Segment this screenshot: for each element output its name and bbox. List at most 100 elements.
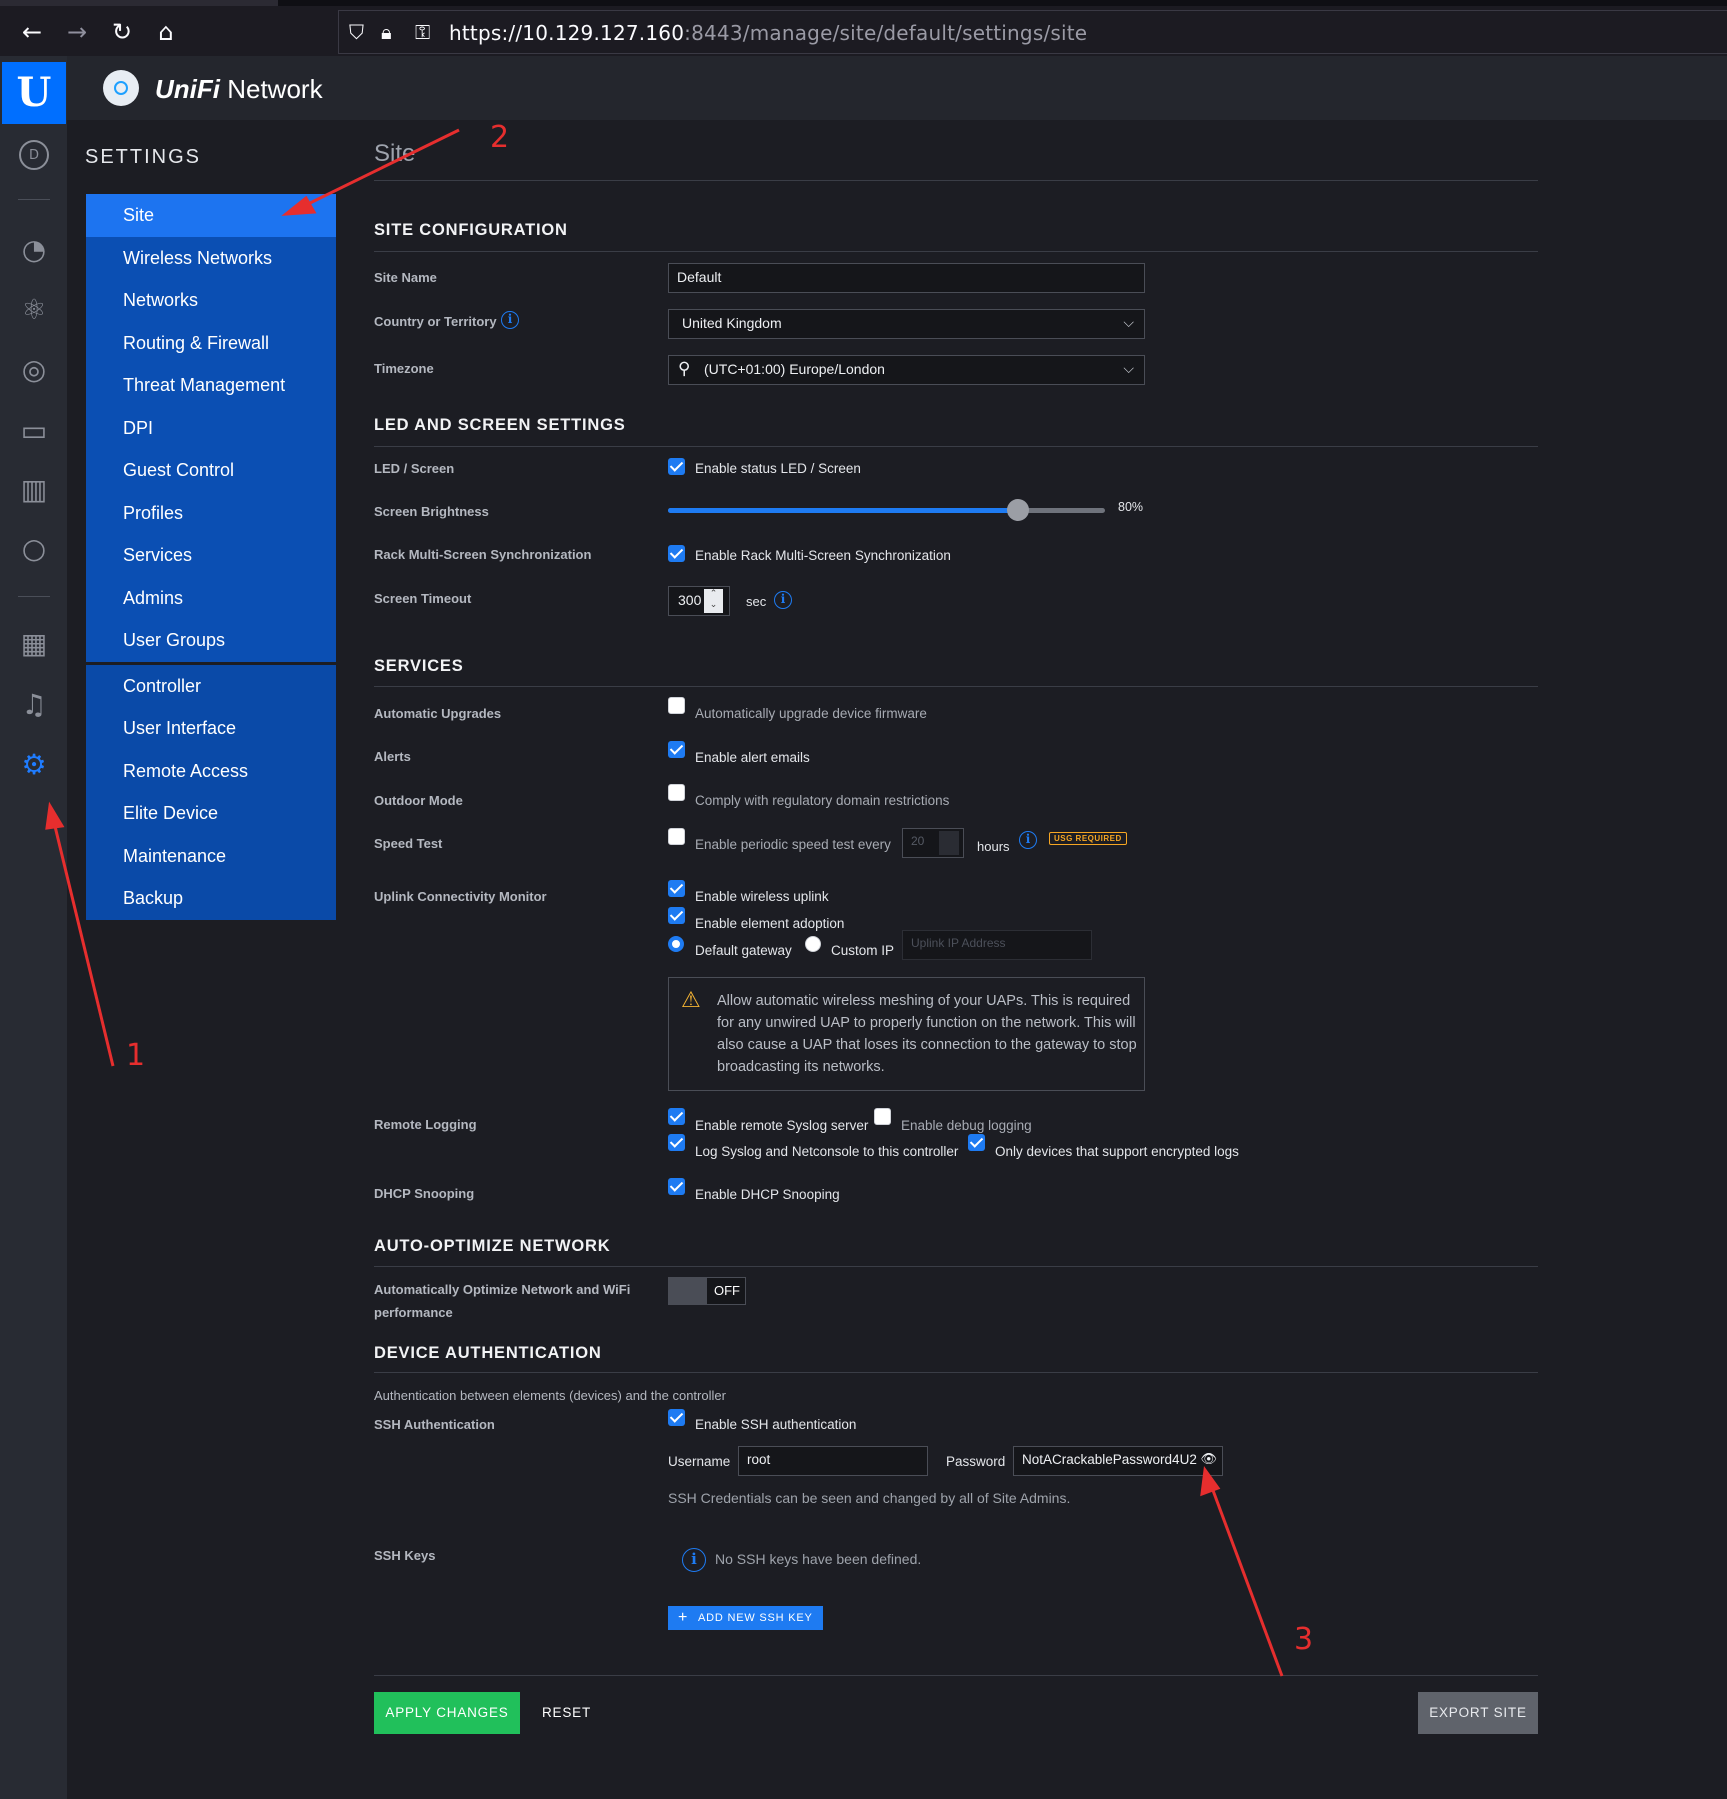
- settings-nav-item-services[interactable]: Services: [86, 534, 336, 577]
- app-title[interactable]: UniFi Network: [155, 74, 323, 105]
- settings-nav-item-elite-device[interactable]: Elite Device: [86, 792, 336, 835]
- statistics-bars-icon[interactable]: ▥: [17, 472, 51, 506]
- statistics-icon[interactable]: ◔: [17, 232, 51, 266]
- info-icon[interactable]: i: [1019, 831, 1037, 849]
- ssh-password-input[interactable]: NotACrackablePassword4U2 👁︎: [1013, 1446, 1223, 1476]
- add-ssh-key-button[interactable]: + ADD NEW SSH KEY: [668, 1606, 823, 1630]
- outdoor-mode-checkbox[interactable]: [668, 784, 685, 801]
- screen-timeout-input[interactable]: 300 ⌃ ⌄: [668, 586, 730, 616]
- device-auth-subtitle: Authentication between elements (devices…: [374, 1388, 726, 1403]
- toggle-state: OFF: [714, 1283, 740, 1298]
- encrypted-logs-checkbox[interactable]: [968, 1134, 985, 1151]
- default-gateway-radio[interactable]: [668, 936, 684, 952]
- settings-nav-item-admins[interactable]: Admins: [86, 576, 336, 619]
- settings-nav-item-dpi[interactable]: DPI: [86, 406, 336, 449]
- reset-button[interactable]: RESET: [542, 1705, 591, 1720]
- settings-nav-item-wireless-networks[interactable]: Wireless Networks: [86, 236, 336, 279]
- settings-nav-item-backup[interactable]: Backup: [86, 877, 336, 920]
- stepper-icon[interactable]: ⌃ ⌄: [704, 589, 723, 613]
- led-label: LED / Screen: [374, 461, 455, 476]
- auto-optimize-toggle[interactable]: OFF: [668, 1277, 746, 1305]
- led-checkbox[interactable]: [668, 458, 685, 475]
- insights-icon[interactable]: ○: [17, 531, 51, 565]
- lock-warning-icon[interactable]: 🔒︎: [381, 20, 392, 44]
- topology-icon[interactable]: ⚛: [17, 292, 51, 326]
- dhcp-snooping-checkbox[interactable]: [668, 1178, 685, 1195]
- auto-upgrades-checkbox[interactable]: [668, 697, 685, 714]
- ubiquiti-logo[interactable]: U: [2, 62, 66, 124]
- ssh-username-input[interactable]: root: [738, 1446, 928, 1476]
- events-icon[interactable]: ▦: [17, 626, 51, 660]
- eye-icon[interactable]: 👁︎: [1200, 1452, 1217, 1467]
- apply-changes-button[interactable]: APPLY CHANGES: [374, 1692, 520, 1734]
- rack-sync-label: Rack Multi-Screen Synchronization: [374, 547, 592, 562]
- info-icon[interactable]: i: [501, 311, 519, 329]
- brightness-slider[interactable]: [668, 499, 1105, 521]
- divider: [374, 1675, 1538, 1676]
- rack-sync-checkbox[interactable]: [668, 545, 685, 562]
- brightness-slider-handle[interactable]: [1006, 499, 1029, 521]
- shield-icon[interactable]: ⛉: [349, 20, 364, 44]
- ssh-auth-checkbox[interactable]: [668, 1409, 685, 1426]
- alerts-icon[interactable]: ♫: [17, 687, 51, 721]
- url-text[interactable]: https://10.129.127.160:8443/manage/site/…: [449, 21, 1087, 45]
- home-icon[interactable]: ⌂: [152, 18, 180, 46]
- export-site-button[interactable]: EXPORT SITE: [1418, 1692, 1538, 1734]
- rail-divider: [18, 596, 50, 597]
- settings-nav-item-profiles[interactable]: Profiles: [86, 491, 336, 534]
- remote-logging-label: Remote Logging: [374, 1117, 477, 1132]
- clients-icon[interactable]: ▭: [17, 413, 51, 447]
- divider: [374, 686, 1538, 687]
- dhcp-snooping-checkbox-label: Enable DHCP Snooping: [695, 1187, 840, 1202]
- back-icon[interactable]: ←: [18, 18, 46, 46]
- info-icon: i: [682, 1548, 706, 1572]
- active-tab[interactable]: [0, 0, 278, 6]
- devices-icon[interactable]: ◎: [17, 352, 51, 386]
- netconsole-checkbox[interactable]: [668, 1134, 685, 1151]
- annotation-number-3: 3: [1294, 1622, 1314, 1657]
- settings-nav-item-networks[interactable]: Networks: [86, 279, 336, 322]
- uplink-ip-input[interactable]: Uplink IP Address: [902, 930, 1092, 960]
- element-adoption-checkbox-label: Enable element adoption: [695, 916, 845, 931]
- url-bar[interactable]: ⛉ 🔒︎ ⚿ https://10.129.127.160:8443/manag…: [338, 10, 1727, 54]
- wireless-uplink-checkbox[interactable]: [668, 880, 685, 897]
- speed-test-label: Speed Test: [374, 836, 443, 851]
- element-adoption-checkbox[interactable]: [668, 907, 685, 924]
- site-name-input[interactable]: Default: [668, 263, 1145, 293]
- settings-icon[interactable]: ⚙: [17, 747, 51, 781]
- key-icon[interactable]: ⚿: [415, 20, 430, 44]
- reload-icon[interactable]: ↻: [108, 18, 136, 46]
- default-gateway-radio-label: Default gateway: [695, 943, 792, 958]
- speed-test-checkbox[interactable]: [668, 828, 685, 845]
- url-host: https://10.129.127.160: [449, 21, 685, 45]
- info-icon[interactable]: i: [774, 591, 792, 609]
- settings-nav-item-remote-access[interactable]: Remote Access: [86, 749, 336, 792]
- settings-nav-item-threat-management[interactable]: Threat Management: [86, 364, 336, 407]
- custom-ip-radio-label: Custom IP: [831, 943, 895, 958]
- timezone-select[interactable]: ⚲ (UTC+01:00) Europe/London ⌵: [668, 355, 1145, 385]
- auto-optimize-label-cont: performance: [374, 1305, 453, 1320]
- stepper-icon[interactable]: [939, 831, 959, 855]
- settings-nav-item-controller[interactable]: Controller: [86, 664, 336, 707]
- settings-nav-item-site[interactable]: Site: [86, 194, 336, 237]
- country-select[interactable]: United Kingdom ⌵: [668, 309, 1145, 339]
- app-header: UniFi Network: [67, 56, 1727, 120]
- dashboard-icon[interactable]: D: [19, 140, 49, 170]
- outdoor-mode-checkbox-label: Comply with regulatory domain restrictio…: [695, 793, 950, 808]
- settings-nav-item-user-interface[interactable]: User Interface: [86, 707, 336, 750]
- settings-nav-item-routing-firewall[interactable]: Routing & Firewall: [86, 321, 336, 364]
- remote-syslog-checkbox[interactable]: [668, 1108, 685, 1125]
- settings-nav-item-guest-control[interactable]: Guest Control: [86, 449, 336, 492]
- unifi-logo-icon[interactable]: [103, 70, 139, 106]
- plus-icon: +: [678, 1609, 689, 1626]
- debug-logging-checkbox[interactable]: [874, 1108, 891, 1125]
- chevron-down-icon: ⌵: [1123, 361, 1134, 377]
- alerts-checkbox[interactable]: [668, 741, 685, 758]
- forward-icon[interactable]: →: [63, 18, 91, 46]
- speed-test-hours-input[interactable]: 20: [902, 828, 964, 858]
- settings-nav-item-maintenance[interactable]: Maintenance: [86, 834, 336, 877]
- annotation-number-1: 1: [126, 1038, 146, 1073]
- custom-ip-radio[interactable]: [805, 936, 821, 952]
- screen-timeout-value: 300: [678, 592, 702, 608]
- settings-nav-item-user-groups[interactable]: User Groups: [86, 619, 336, 662]
